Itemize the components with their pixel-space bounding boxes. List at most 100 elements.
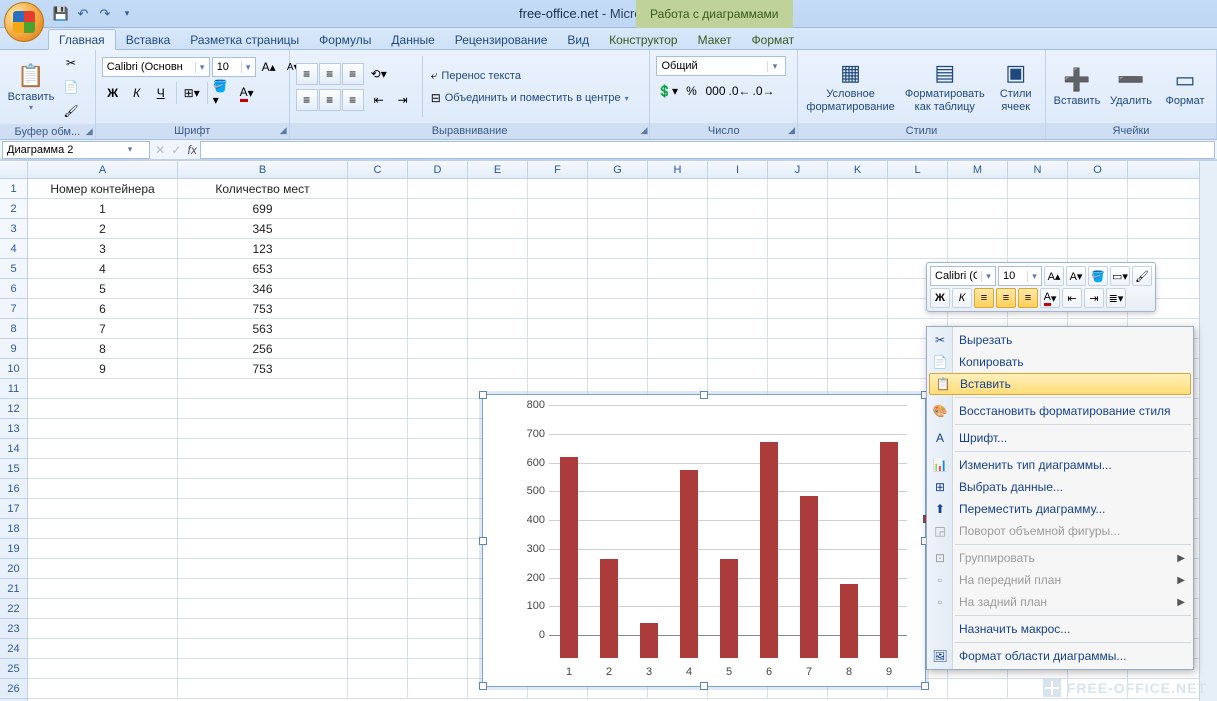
cell[interactable] [888,239,948,258]
cell[interactable] [178,579,348,598]
tab-конструктор[interactable]: Конструктор [599,30,687,49]
mini-increase-indent-icon[interactable]: ⇥ [1084,288,1104,308]
cell[interactable] [28,459,178,478]
cell[interactable] [648,239,708,258]
cell[interactable] [348,179,408,198]
tab-формат[interactable]: Формат [742,30,805,49]
font-color-button[interactable]: A▾ [236,82,258,104]
cell[interactable] [648,179,708,198]
cell[interactable] [28,639,178,658]
cell[interactable] [708,179,768,198]
cell[interactable] [588,279,648,298]
tab-макет[interactable]: Макет [688,30,742,49]
cell[interactable] [468,219,528,238]
row-header[interactable]: 11 [0,379,27,399]
cell[interactable]: Номер контейнера [28,179,178,198]
align-top-icon[interactable]: ≡ [296,63,318,85]
cell[interactable] [408,359,468,378]
cell[interactable] [28,599,178,618]
cell[interactable] [468,259,528,278]
row-header[interactable]: 16 [0,479,27,499]
cell[interactable]: 2 [28,219,178,238]
column-header[interactable]: B [178,161,348,178]
cell[interactable] [588,199,648,218]
cell[interactable] [768,199,828,218]
cell[interactable] [708,319,768,338]
cell[interactable]: 3 [28,239,178,258]
align-bottom-icon[interactable]: ≡ [342,63,364,85]
context-menu-item[interactable]: 📋Вставить [929,373,1191,395]
cell[interactable] [28,559,178,578]
cell[interactable] [28,539,178,558]
cell[interactable]: 6 [28,299,178,318]
cell[interactable] [1008,199,1068,218]
column-header[interactable]: F [528,161,588,178]
cell[interactable]: 4 [28,259,178,278]
launcher-icon[interactable]: ◢ [788,125,795,136]
paste-button[interactable]: 📋 Вставить ▾ [6,54,56,120]
mini-font-combo[interactable] [931,270,981,282]
row-header[interactable]: 14 [0,439,27,459]
cell[interactable] [528,179,588,198]
chart-bar[interactable] [640,623,658,658]
mini-fill-color-icon[interactable]: 🪣 [1088,266,1108,286]
cell[interactable] [28,479,178,498]
chart-bar[interactable] [840,584,858,658]
cell[interactable] [408,459,468,478]
chart-bar[interactable] [600,559,618,658]
mini-bold-button[interactable]: Ж [930,288,950,308]
cell[interactable] [468,199,528,218]
cell[interactable] [178,499,348,518]
cell[interactable] [648,299,708,318]
mini-decrease-indent-icon[interactable]: ⇤ [1062,288,1082,308]
cell[interactable] [348,219,408,238]
column-header[interactable]: O [1068,161,1128,178]
row-header[interactable]: 6 [0,279,27,299]
cell[interactable] [648,339,708,358]
cell[interactable] [828,239,888,258]
cell[interactable]: 1 [28,199,178,218]
launcher-icon[interactable]: ◢ [280,125,287,136]
cell[interactable] [28,619,178,638]
cell[interactable] [588,359,648,378]
row-header[interactable]: 10 [0,359,27,379]
cell[interactable] [588,319,648,338]
row-header[interactable]: 18 [0,519,27,539]
vertical-scrollbar[interactable] [1199,161,1217,701]
cell[interactable] [828,219,888,238]
cell[interactable] [768,299,828,318]
comma-icon[interactable]: 000 [704,80,726,102]
cell[interactable] [178,599,348,618]
increase-decimal-icon[interactable]: .0← [728,80,750,102]
cell[interactable] [528,339,588,358]
mini-grow-font-icon[interactable]: A▴ [1044,266,1064,286]
cell[interactable] [408,559,468,578]
column-header[interactable]: K [828,161,888,178]
mini-bullets-icon[interactable]: ≣▾ [1106,288,1126,308]
column-header[interactable]: J [768,161,828,178]
cell[interactable] [588,339,648,358]
cell[interactable] [768,259,828,278]
format-painter-icon[interactable]: 🖌 [60,100,82,122]
cell[interactable] [708,279,768,298]
column-header[interactable]: H [648,161,708,178]
chart-bar[interactable] [760,442,778,658]
cell[interactable]: 699 [178,199,348,218]
align-right-icon[interactable]: ≡ [342,89,364,111]
cell[interactable] [28,399,178,418]
cell[interactable] [178,379,348,398]
formula-input[interactable] [200,141,1215,159]
cell[interactable] [828,279,888,298]
cell[interactable] [348,459,408,478]
cell[interactable] [528,279,588,298]
cell[interactable] [1068,179,1128,198]
column-header[interactable]: I [708,161,768,178]
column-header[interactable]: L [888,161,948,178]
number-format-combo[interactable]: ▾ [656,56,786,76]
font-name-combo[interactable]: ▾ [102,57,210,77]
decrease-decimal-icon[interactable]: .0→ [752,80,774,102]
insert-cells-button[interactable]: ➕Вставить [1052,54,1102,120]
decrease-indent-icon[interactable]: ⇤ [368,89,390,111]
cell[interactable] [888,199,948,218]
conditional-formatting-button[interactable]: ▦Условное форматирование [804,54,897,120]
